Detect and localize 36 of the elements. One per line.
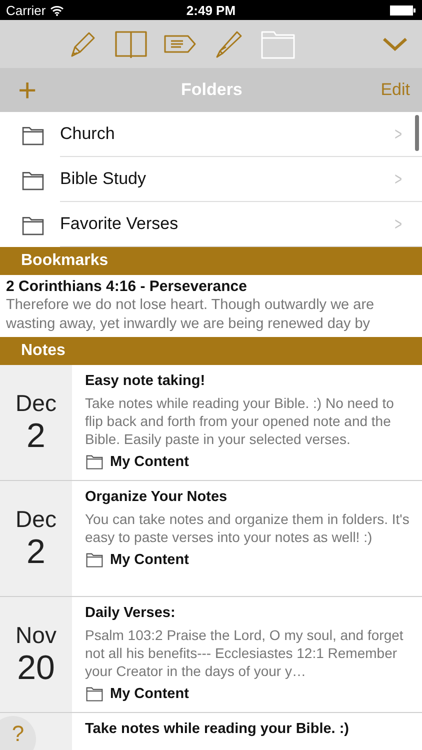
folder-icon <box>85 685 104 702</box>
note-title: Take notes while reading your Bible. :) <box>85 721 350 737</box>
note-text: Take notes while reading your Bible. :) No need to flip back and forth from your opened note and the Bible. Easily paste in your selected verses. <box>85 394 395 448</box>
folder-name: Church <box>60 124 115 144</box>
folder-label: My Content <box>110 686 189 702</box>
status-time: 2:49 PM <box>186 2 236 18</box>
note-day: 2 <box>26 533 46 571</box>
note-day: 2 <box>26 417 46 455</box>
section-header: Notes <box>0 337 422 365</box>
carrier-name: Carrier <box>6 2 46 18</box>
note-month: Dec <box>16 506 56 533</box>
folder-name: Bible Study <box>60 169 146 189</box>
folder-label: My Content <box>110 552 189 568</box>
folder-name: Favorite Verses <box>60 214 178 234</box>
note-title: Organize Your Notes <box>85 489 228 505</box>
chevron-icon: > <box>395 214 402 234</box>
folder-row[interactable]: Bible Study > <box>0 157 422 202</box>
chevron-icon: > <box>395 124 402 144</box>
bookmark-title: 2 Corinthians 4:16 - Perseverance <box>6 278 248 295</box>
battery-icon <box>390 4 416 16</box>
note-title: Daily Verses: <box>85 605 176 621</box>
bookmark-text: Therefore we do not lose heart. Though outwardly we are wasting away, yet inwardly we are being renewed day by <box>6 296 376 334</box>
note-month: Nov <box>16 622 56 649</box>
wifi-icon <box>50 4 64 16</box>
note-text: Psalm 103:2 Praise the Lord, O my soul, and forget not all his benefits--- Ecclesiastes 12:1 Remember your Creator in the days of your y… <box>85 626 404 680</box>
chevron-down-icon[interactable] <box>382 36 408 52</box>
folder-label: My Content <box>110 454 189 470</box>
note-text: You can take notes and organize them in folders. It's easy to paste verses into your notes as well! :) <box>85 510 410 546</box>
scrollbar <box>415 115 419 151</box>
folder-icon <box>85 551 104 568</box>
chevron-icon: > <box>395 168 402 190</box>
section-header: Bookmarks <box>0 247 422 275</box>
folder-icon <box>85 453 104 470</box>
note-day: 20 <box>17 649 55 687</box>
note-month: Dec <box>16 390 56 417</box>
note-title: Easy note taking! <box>85 373 206 389</box>
